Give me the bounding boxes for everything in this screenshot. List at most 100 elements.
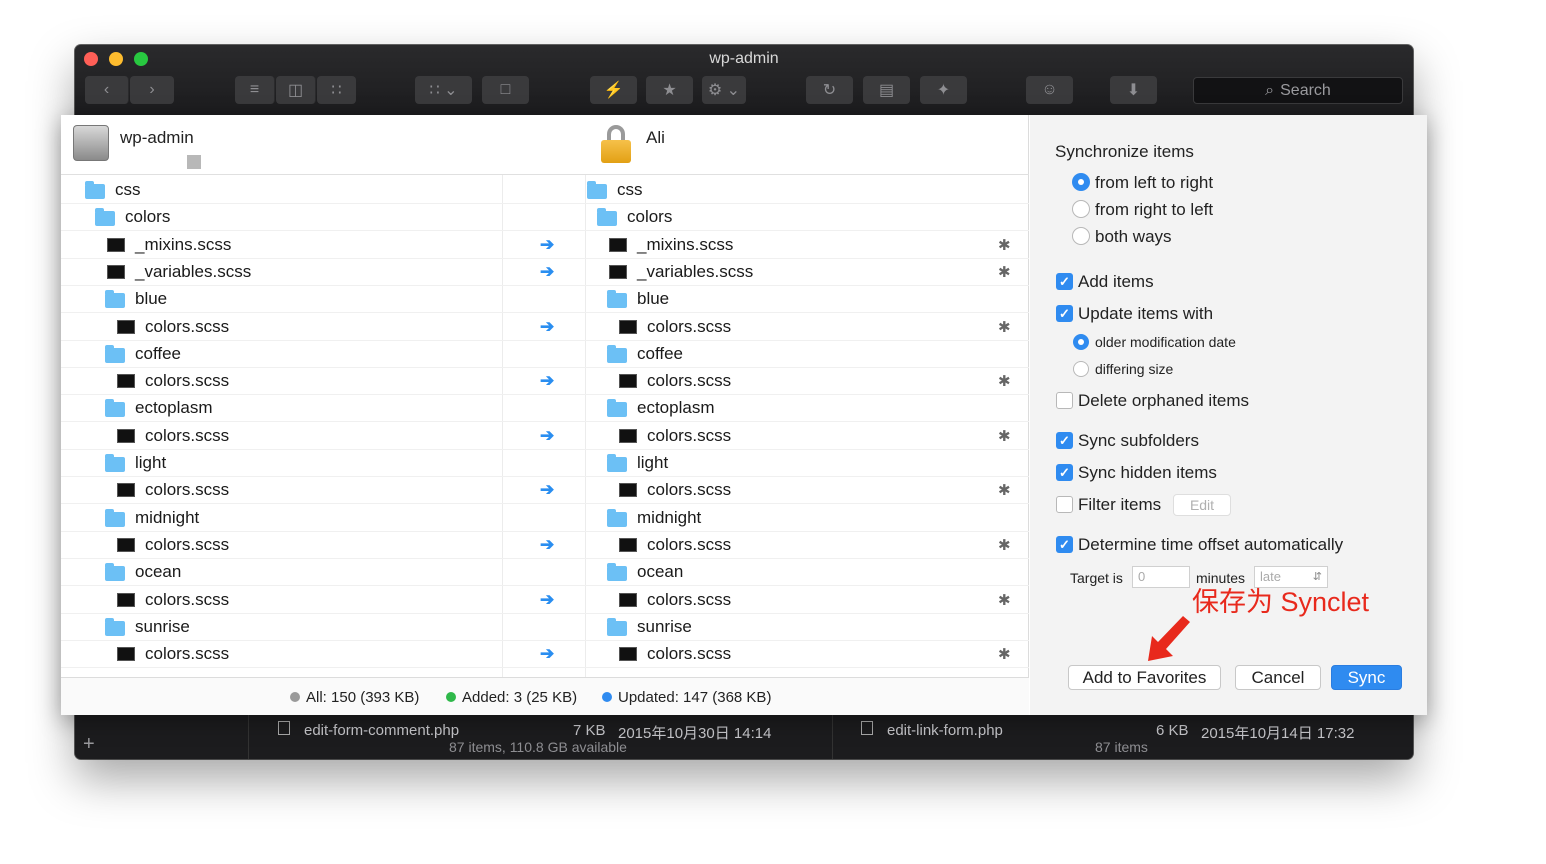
sync-status-icon: ✱ (998, 427, 1011, 445)
radio-both-ways[interactable] (1072, 227, 1090, 245)
label-add-items: Add items (1078, 272, 1154, 291)
tree-row[interactable]: light light (61, 450, 1029, 477)
status-all: All: 150 (393 KB) (290, 689, 419, 706)
download-icon: ⬇ (1126, 82, 1141, 99)
status-added-label: Added: 3 (25 KB) (462, 689, 578, 706)
sync-button-toolbar[interactable]: ↻ (806, 76, 853, 104)
php-file-icon (278, 721, 290, 735)
tree-row[interactable]: midnight midnight (61, 505, 1029, 532)
icon-view-button[interactable]: ∷ (317, 76, 356, 104)
arrow-right-icon: ➔ (540, 371, 555, 391)
tree-row[interactable]: sunrise sunrise (61, 614, 1029, 641)
emoji-button[interactable]: ☺ (1026, 76, 1073, 104)
tree-row[interactable]: colors.scss colors.scss ➔ ✱ (61, 641, 1029, 669)
checkbox-sync-hidden[interactable]: ✓ (1056, 464, 1073, 481)
favorites-button[interactable]: ★ (646, 76, 693, 104)
sync-status-icon: ✱ (998, 482, 1011, 500)
folder-icon (607, 508, 627, 527)
tree-row[interactable]: colors.scss colors.scss ➔ ✱ (61, 423, 1029, 450)
grid-menu-button[interactable]: ∷ ⌄ (415, 76, 472, 104)
checkbox-filter-items[interactable] (1056, 496, 1073, 513)
tree-row[interactable]: colors.scss colors.scss ➔ ✱ (61, 368, 1029, 396)
comparison-pane: wp-admin Ali css css colors colors _mixins.s… (61, 115, 1029, 715)
file-icon (619, 319, 637, 334)
checkbox-time-offset[interactable]: ✓ (1056, 536, 1073, 553)
arrow-right-icon: ➔ (540, 261, 555, 281)
arrow-right-icon: ➔ (540, 589, 555, 609)
right-item-name: colors.scss (647, 371, 732, 391)
back-button[interactable]: ‹ (85, 76, 129, 104)
left-selected-file[interactable]: edit-form-comment.php (304, 722, 459, 739)
forward-icon: › (149, 81, 155, 98)
column-view-button[interactable]: ◫ (276, 76, 316, 104)
folder-icon (607, 454, 627, 472)
left-item-name: colors.scss (145, 371, 230, 391)
filter-edit-button[interactable]: Edit (1173, 494, 1231, 516)
right-selected-file[interactable]: edit-link-form.php (887, 722, 1003, 739)
back-icon: ‹ (103, 81, 110, 98)
tree-row[interactable]: colors.scss colors.scss ➔ ✱ (61, 532, 1029, 559)
header-divider (61, 174, 1029, 175)
tree-row[interactable]: ectoplasm ectoplasm (61, 395, 1029, 423)
smile-icon: ☺ (1041, 81, 1058, 98)
copy-button[interactable]: □ (482, 76, 529, 104)
right-item-name: blue (637, 289, 670, 309)
search-label: Search (1280, 81, 1331, 99)
annotation-text: 保存为 Synclet (1192, 587, 1370, 617)
tree-row[interactable]: css css (61, 177, 1029, 204)
action-menu-button[interactable]: ⚙ ⌄ (702, 76, 746, 104)
right-header-title: Ali (646, 128, 665, 147)
label-delete-orphaned: Delete orphaned items (1078, 391, 1250, 410)
add-tab-button[interactable]: + (83, 733, 95, 756)
add-to-favorites-button[interactable]: Add to Favorites (1068, 665, 1221, 690)
tree-row[interactable]: ocean ocean (61, 559, 1029, 587)
right-item-name: ectoplasm (637, 398, 715, 418)
checkbox-sync-subfolders[interactable]: ✓ (1056, 432, 1073, 449)
magic-icon: ✦ (936, 82, 951, 99)
minutes-input[interactable]: 0 (1132, 566, 1190, 588)
terminal-icon: ▤ (878, 82, 895, 99)
file-icon (117, 374, 135, 389)
radio-left-to-right[interactable] (1072, 173, 1090, 191)
forward-button[interactable]: › (130, 76, 174, 104)
radio-right-to-left[interactable] (1072, 200, 1090, 218)
tree-row[interactable]: colors.scss colors.scss ➔ ✱ (61, 477, 1029, 505)
file-tree: css css colors colors _mixins.scss _mixins.sc… (61, 177, 1029, 677)
tree-row[interactable]: _mixins.scss _mixins.scss ➔ ✱ (61, 232, 1029, 259)
left-item-name: blue (135, 289, 168, 309)
php-file-icon (861, 721, 873, 735)
tree-row[interactable]: _variables.scss _variables.scss ➔ ✱ (61, 259, 1029, 286)
tree-row[interactable]: blue blue (61, 286, 1029, 314)
tree-row[interactable]: colors.scss colors.scss ➔ ✱ (61, 587, 1029, 614)
window-title: wp-admin (709, 50, 779, 67)
sync-direction-title: Synchronize items (1055, 142, 1194, 161)
list-view-icon: ≡ (249, 81, 260, 98)
checkbox-add-items[interactable]: ✓ (1056, 273, 1073, 290)
download-button[interactable]: ⬇ (1110, 76, 1157, 104)
left-item-name: ocean (135, 562, 182, 582)
left-item-name: colors.scss (145, 589, 230, 609)
file-icon (107, 237, 125, 252)
checkbox-delete-orphaned[interactable] (1056, 392, 1073, 409)
folder-icon (597, 208, 617, 227)
radio-differing-size[interactable] (1073, 361, 1089, 377)
sync-status-icon: ✱ (998, 318, 1011, 336)
cancel-button[interactable]: Cancel (1235, 665, 1321, 690)
checkbox-update-items[interactable]: ✓ (1056, 305, 1073, 322)
list-view-button[interactable]: ≡ (235, 76, 275, 104)
terminal-button[interactable]: ▤ (863, 76, 910, 104)
folder-icon (607, 290, 627, 309)
lightning-button[interactable]: ⚡ (590, 76, 637, 104)
left-item-name: colors.scss (145, 316, 230, 336)
radio-older-date[interactable] (1073, 334, 1089, 350)
sync-icon: ↻ (822, 82, 837, 99)
tree-row[interactable]: colors.scss colors.scss ➔ ✱ (61, 314, 1029, 341)
tree-row[interactable]: coffee coffee (61, 341, 1029, 368)
sync-button[interactable]: Sync (1331, 665, 1402, 690)
file-icon (619, 592, 637, 607)
tree-row[interactable]: colors colors (61, 204, 1029, 232)
folder-icon (95, 208, 115, 227)
magic-button[interactable]: ✦ (920, 76, 967, 104)
search-field[interactable]: ⌕ Search (1193, 77, 1403, 104)
folder-icon (607, 344, 627, 363)
